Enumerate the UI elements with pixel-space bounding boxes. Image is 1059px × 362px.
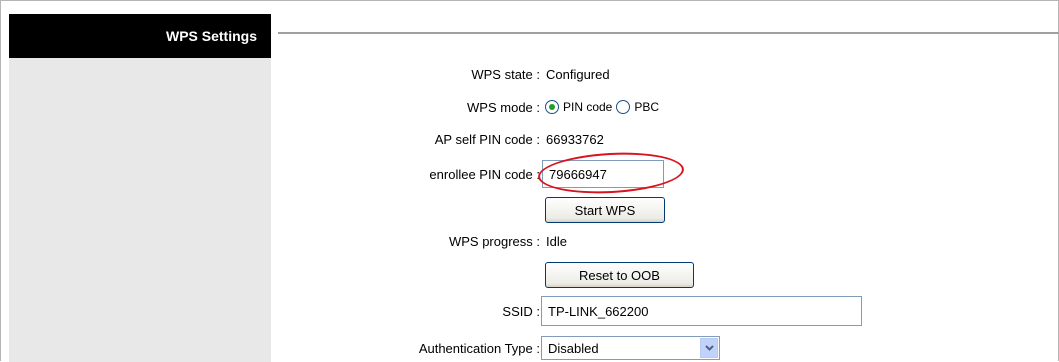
wps-mode-label: WPS mode : [467,99,540,115]
ap-self-pin-row: AP self PIN code : 66933762 [0,127,1059,151]
ssid-row: SSID : TP-LINK_662200 [0,296,1059,326]
chevron-down-icon[interactable] [700,338,718,358]
ssid-input[interactable]: TP-LINK_662200 [541,296,862,326]
pbc-radio-label[interactable]: PBC [634,100,659,114]
wps-mode-options: PIN code PBC [545,100,663,114]
ap-self-pin-label: AP self PIN code : [434,131,540,147]
ssid-label: SSID : [502,303,540,319]
pin-code-radio[interactable] [545,100,559,114]
wps-mode-row: WPS mode : PIN code PBC [0,95,1059,119]
wps-progress-row: WPS progress : Idle [0,229,1059,253]
auth-type-label: Authentication Type : [418,340,540,356]
wps-state-value: Configured [546,66,610,82]
pin-code-radio-label[interactable]: PIN code [563,100,612,114]
section-title-text: WPS Settings [165,28,257,44]
auth-type-selected-value: Disabled [548,340,599,356]
wps-state-label: WPS state : [471,66,540,82]
enrollee-pin-row: enrollee PIN code : 79666947 [0,160,1059,188]
ap-self-pin-value: 66933762 [546,131,604,147]
header-divider [278,32,1059,34]
section-title: WPS Settings [9,14,271,58]
wps-progress-label: WPS progress : [448,233,540,249]
enrollee-pin-label: enrollee PIN code : [429,166,540,182]
reset-to-oob-button[interactable]: Reset to OOB [545,262,694,288]
auth-type-select[interactable]: Disabled [541,336,720,360]
radio-selected-dot [549,104,555,110]
start-wps-button[interactable]: Start WPS [545,197,665,223]
wps-progress-value: Idle [546,233,567,249]
wps-state-row: WPS state : Configured [0,62,1059,86]
pbc-radio[interactable] [616,100,631,114]
auth-type-row: Authentication Type : Disabled [0,336,1059,360]
